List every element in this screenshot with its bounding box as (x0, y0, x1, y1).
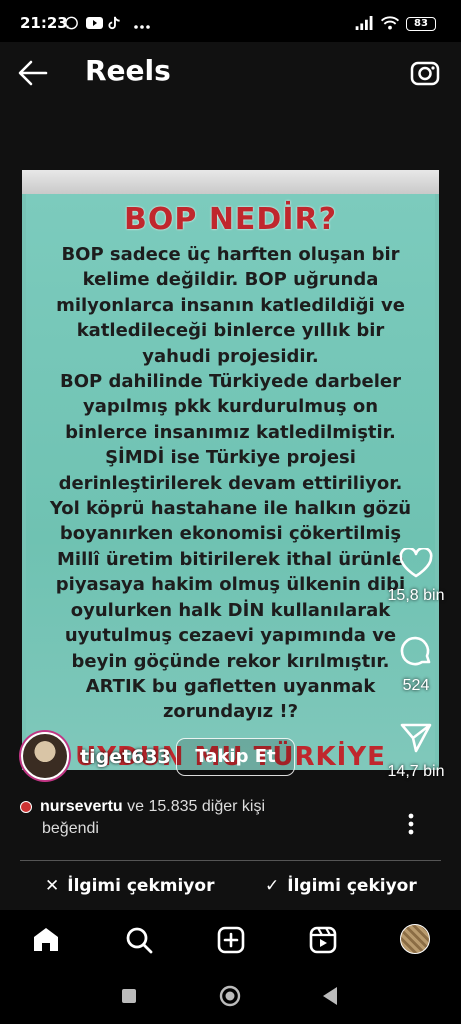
reel-line: ARTIK bu gafletten uyanmak (85, 675, 376, 697)
signal-icon (355, 16, 373, 30)
profile-avatar[interactable] (400, 924, 430, 954)
likers-text[interactable]: nursevertu ve 15.835 diğer kişi beğendi (20, 796, 265, 840)
reel-line: BOP dahilinde Türkiyede darbeler (60, 371, 401, 393)
likers-verb: beğendi (42, 820, 99, 837)
reel-line: BOP sadece üç harften oluşan bir (61, 244, 400, 265)
reels-icon[interactable] (309, 926, 337, 954)
comment-action[interactable]: 524 (381, 634, 451, 695)
reel-line: katledileceği binlerce yıllık bir (76, 320, 385, 342)
interested-label: İlgimi çekiyor (287, 876, 417, 896)
check-icon: ✓ (265, 876, 280, 896)
reels-header: Reels (0, 42, 461, 104)
share-action[interactable]: 14,7 bin (381, 722, 451, 781)
reel-line: beyin göçünde rekor kırılmıştır. (71, 650, 390, 672)
avatar[interactable] (21, 732, 69, 780)
system-nav-bar (0, 970, 461, 1024)
interested-button[interactable]: ✓ İlgimi çekiyor (265, 876, 417, 896)
username[interactable]: tiget633 (80, 746, 171, 768)
share-count: 14,7 bin (387, 763, 445, 780)
more-dots-icon (134, 25, 150, 29)
reel-line: binlerce insanımız katledilmiştir. (65, 421, 396, 443)
recents-icon[interactable] (121, 988, 137, 1004)
reel-heading: BOP NEDİR? (124, 202, 337, 237)
back-button-icon[interactable] (322, 986, 338, 1006)
status-bar: 21:23 83 (0, 0, 461, 42)
divider (20, 860, 441, 861)
home-button-icon[interactable] (219, 985, 241, 1007)
create-icon[interactable] (217, 926, 245, 954)
not-interested-label: İlgimi çekmiyor (67, 876, 215, 896)
battery-icon: 83 (406, 17, 436, 31)
reel-line: zorundayız !? (162, 701, 299, 723)
comment-count: 524 (402, 677, 430, 694)
follow-button[interactable]: Takip Et (176, 738, 295, 776)
reel-line: uyutulmuş cezaevi yapımında ve (64, 625, 397, 647)
tiktok-icon (108, 16, 120, 30)
back-arrow-icon[interactable] (18, 60, 48, 86)
search-icon[interactable] (125, 926, 153, 954)
bottom-nav (0, 910, 461, 970)
battery-level: 83 (414, 18, 428, 29)
reel-line: Yol köprü hastahane ile halkın gözü (49, 498, 412, 520)
comment-icon[interactable] (399, 634, 433, 668)
reel-line: yapılmış pkk kurdurulmuş on (82, 396, 379, 418)
reel-video[interactable]: BOP NEDİR? BOP sadece üç harften oluşan … (22, 170, 439, 770)
whatsapp-icon (65, 16, 78, 30)
page-title: Reels (85, 54, 171, 87)
reel-line: ŞİMDİ ise Türkiye projesi (105, 447, 356, 469)
reel-line: Millî üretim bitirilerek ithal ürünle (56, 548, 404, 570)
reel-line: derinleştirilerek devam ettiriliyor. (58, 472, 403, 494)
wifi-icon (380, 16, 400, 30)
more-options-icon[interactable] (408, 813, 414, 835)
reel-text: BOP sadece üç harften oluşan bir kelime … (32, 242, 429, 725)
likers-rest: ve 15.835 diğer kişi (122, 798, 266, 815)
not-interested-button[interactable]: ✕ İlgimi çekmiyor (45, 876, 214, 896)
liker-name[interactable]: nursevertu (40, 798, 123, 815)
send-icon[interactable] (399, 722, 433, 754)
reel-line: piyasaya hakim olmuş ülkenin dibi (55, 574, 406, 596)
heart-icon[interactable] (399, 546, 433, 578)
close-icon: ✕ (45, 876, 60, 896)
home-icon[interactable] (32, 926, 60, 953)
youtube-icon (86, 17, 103, 29)
liker-avatar (20, 800, 32, 813)
reel-line: yahudi projesidir. (142, 345, 319, 367)
like-action[interactable]: 15,8 bin (381, 546, 451, 605)
reel-line: boyanırken ekonomisi çökertilmiş (59, 523, 402, 545)
reel-top-strip (22, 170, 439, 194)
like-count: 15,8 bin (387, 587, 445, 604)
status-time: 21:23 (20, 14, 68, 32)
reel-image: BOP NEDİR? BOP sadece üç harften oluşan … (26, 194, 435, 770)
reel-viewer[interactable]: BOP NEDİR? BOP sadece üç harften oluşan … (0, 104, 461, 910)
reel-line: oyulurken halk DİN kullanılarak (70, 599, 391, 621)
reel-line: milyonlarca insanın katledildiği ve (56, 294, 405, 316)
camera-icon[interactable] (410, 58, 440, 86)
reel-line: kelime değildir. BOP uğrunda (82, 269, 379, 291)
